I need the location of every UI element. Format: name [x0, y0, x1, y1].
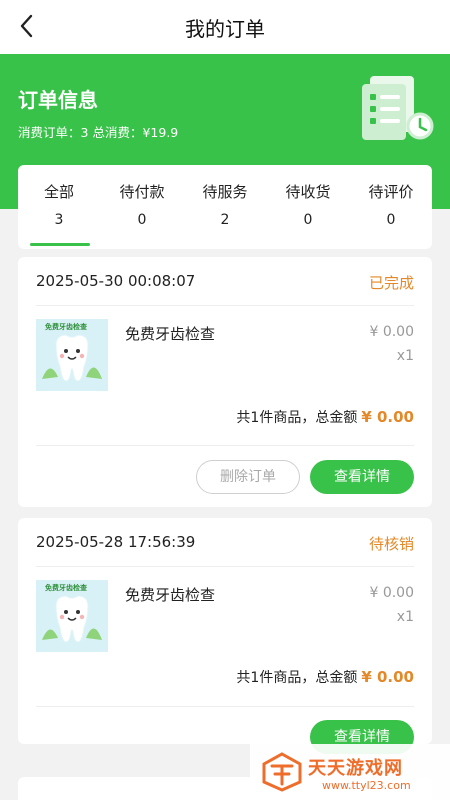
tab-count: 0 — [303, 212, 313, 228]
order-total-amount: ¥ 0.00 — [361, 408, 414, 426]
orders-label: 消费订单： — [18, 125, 81, 140]
watermark-url: www.ttyl23.com — [322, 779, 411, 792]
order-total-amount: ¥ 0.00 — [361, 668, 414, 686]
order-total-line: 共1件商品，总金额 ¥ 0.00 — [236, 667, 414, 687]
tab-count: 0 — [137, 212, 147, 228]
tab-pending-service[interactable]: 待服务 2 — [184, 165, 266, 249]
tab-all[interactable]: 全部 3 — [18, 165, 100, 249]
tab-count: 2 — [220, 212, 230, 228]
delete-order-button[interactable]: 删除订单 — [196, 460, 300, 494]
watermark-title: 天天游戏网 — [308, 758, 403, 779]
receipt-illustration-icon — [362, 76, 434, 140]
order-card: 2025-05-30 00:08:07 已完成 免费牙齿检查 免费牙齿检查 ¥ … — [18, 257, 432, 507]
tab-pending-review[interactable]: 待评价 0 — [350, 165, 432, 249]
thumbnail-label: 免费牙齿检查 — [45, 584, 87, 592]
divider — [36, 445, 414, 446]
watermark-logo-icon — [262, 752, 302, 792]
tab-label: 待评价 — [368, 183, 414, 201]
product-quantity: x1 — [396, 348, 414, 364]
tab-count: 3 — [54, 212, 64, 228]
product-quantity: x1 — [396, 609, 414, 625]
product-name[interactable]: 免费牙齿检查 — [125, 323, 215, 344]
tab-label: 全部 — [43, 183, 74, 201]
order-summary: 共1件商品，总金额 — [236, 670, 358, 686]
tab-count: 0 — [386, 212, 396, 228]
order-date: 2025-05-28 17:56:39 — [36, 533, 196, 551]
active-tab-indicator — [30, 243, 90, 246]
tab-pending-receipt[interactable]: 待收货 0 — [267, 165, 349, 249]
product-price: ¥ 0.00 — [369, 585, 414, 601]
tab-label: 待服务 — [202, 183, 248, 201]
thumbnail-label: 免费牙齿检查 — [45, 323, 87, 331]
tab-label: 待付款 — [119, 183, 165, 201]
order-status-tabs: 全部 3 待付款 0 待服务 2 待收货 0 待评价 0 — [18, 165, 432, 249]
banner-title: 订单信息 — [18, 88, 98, 112]
order-summary: 共1件商品，总金额 — [236, 410, 358, 426]
divider — [36, 305, 414, 306]
tab-label: 待收货 — [285, 183, 331, 201]
product-price: ¥ 0.00 — [369, 324, 414, 340]
divider — [36, 706, 414, 707]
order-date: 2025-05-30 00:08:07 — [36, 272, 196, 290]
product-name[interactable]: 免费牙齿检查 — [125, 584, 215, 605]
total-value: ¥19.9 — [142, 125, 179, 140]
divider — [36, 566, 414, 567]
order-status: 已完成 — [368, 274, 414, 292]
total-label: 总消费： — [92, 125, 143, 140]
tab-pending-payment[interactable]: 待付款 0 — [101, 165, 183, 249]
top-bar: 我的订单 — [0, 0, 450, 54]
banner-summary: 消费订单：3 总消费：¥19.9 — [18, 122, 178, 141]
order-total-line: 共1件商品，总金额 ¥ 0.00 — [236, 407, 414, 427]
view-details-button[interactable]: 查看详情 — [310, 460, 414, 494]
orders-count: 3 — [80, 125, 89, 140]
page-title: 我的订单 — [185, 17, 265, 41]
order-card: 2025-05-28 17:56:39 待核销 免费牙齿检查 免费牙齿检查 ¥ … — [18, 518, 432, 754]
order-status: 待核销 — [368, 535, 414, 553]
